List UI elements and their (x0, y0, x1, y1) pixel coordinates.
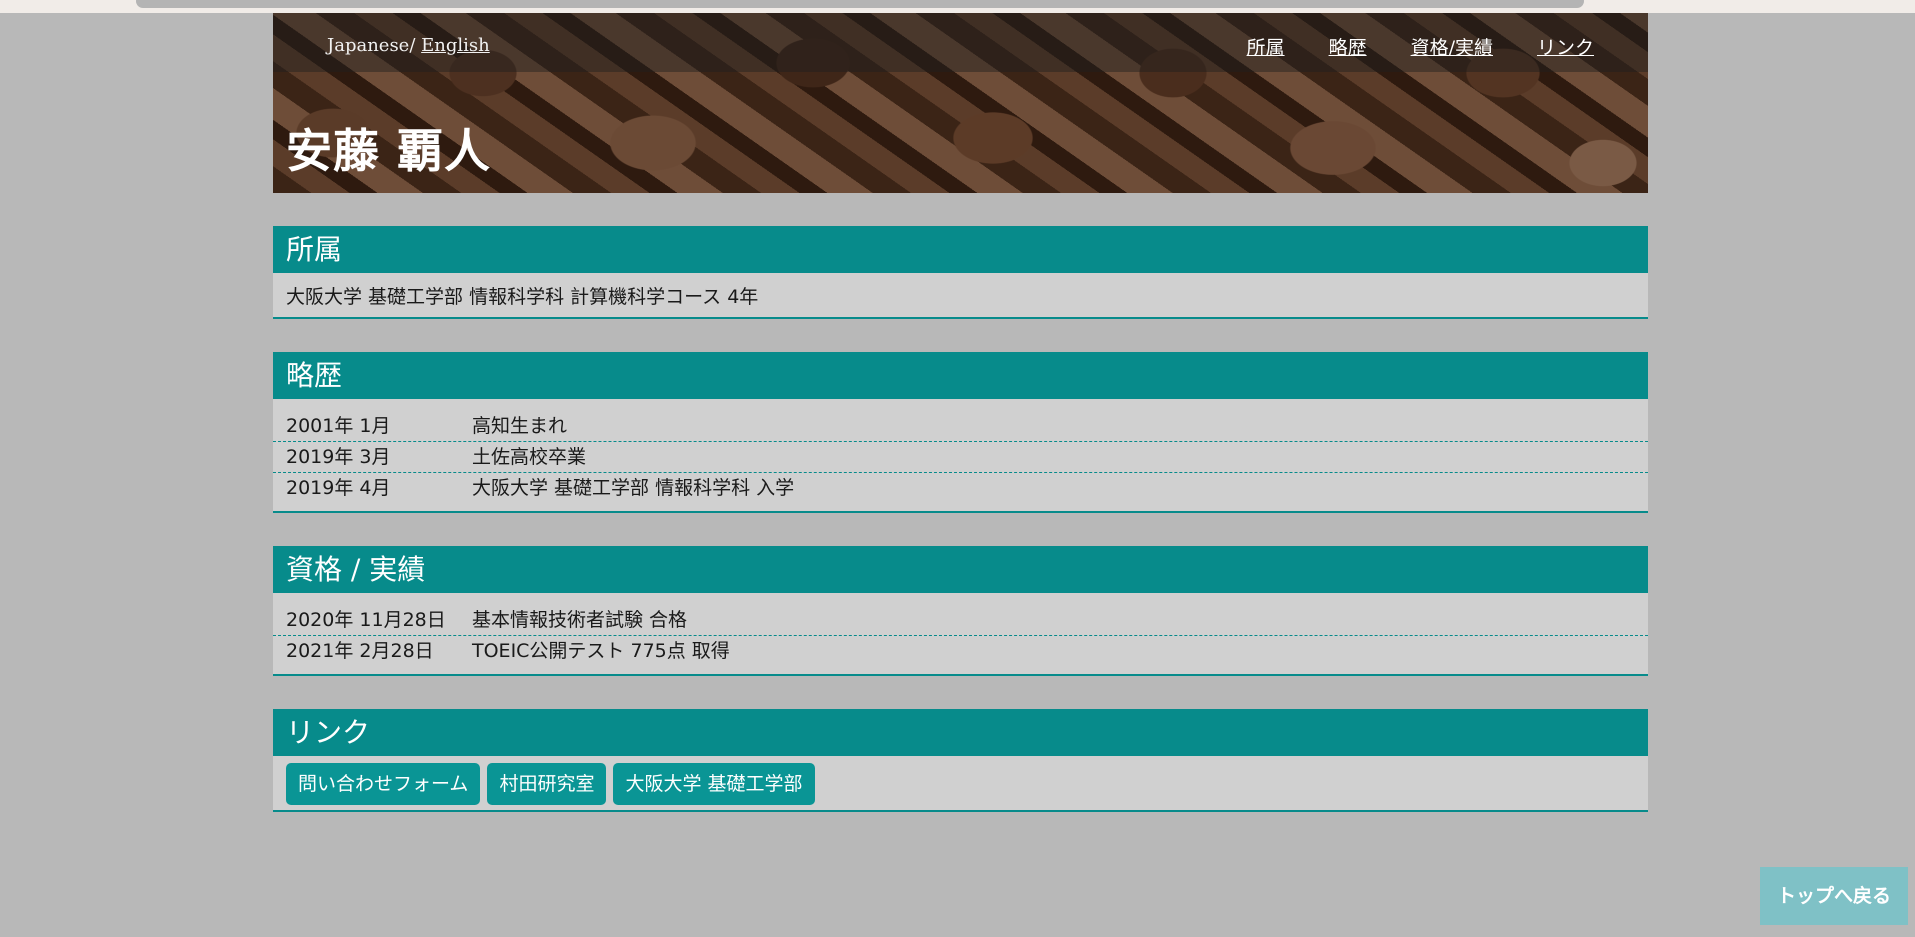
history-date: 2019年 3月 (286, 446, 391, 468)
history-row: 2019年 3月 土佐高校卒業 (273, 442, 1648, 473)
history-date: 2019年 4月 (286, 477, 391, 499)
affiliation-text: 大阪大学 基礎工学部 情報科学科 計算機科学コース 4年 (286, 286, 759, 308)
link-buttons: 問い合わせフォーム 村田研究室 大阪大学 基礎工学部 (273, 756, 1648, 810)
section-heading: 略歴 (273, 352, 1648, 399)
qualification-event: TOEIC公開テスト 775点 取得 (472, 640, 730, 662)
contact-form-button[interactable]: 問い合わせフォーム (286, 763, 481, 805)
osaka-univ-es-button[interactable]: 大阪大学 基礎工学部 (613, 763, 815, 805)
history-date: 2001年 1月 (286, 415, 391, 437)
history-event: 高知生まれ (472, 415, 568, 437)
nav-link-qualifications[interactable]: 資格/実績 (1411, 33, 1493, 60)
section-heading: リンク (273, 709, 1648, 756)
back-to-top-button[interactable]: トップへ戻る (1760, 867, 1908, 925)
section-heading: 所属 (273, 226, 1648, 273)
section-heading: 資格 / 実績 (273, 546, 1648, 593)
qualification-row: 2021年 2月28日 TOEIC公開テスト 775点 取得 (273, 636, 1648, 666)
top-nav: 所属 略歴 資格/実績 リンク (1247, 33, 1594, 60)
lang-english-link[interactable]: English (421, 35, 490, 56)
murata-lab-button[interactable]: 村田研究室 (487, 763, 607, 805)
links-section: リンク 問い合わせフォーム 村田研究室 大阪大学 基礎工学部 (273, 709, 1648, 812)
history-row: 2001年 1月 高知生まれ (273, 411, 1648, 442)
page-title: 安藤 覇人 (286, 124, 492, 178)
history-event: 土佐高校卒業 (472, 446, 587, 468)
browser-address-strip (0, 0, 1915, 13)
history-event: 大阪大学 基礎工学部 情報科学科 入学 (472, 477, 795, 499)
qualification-date: 2020年 11月28日 (286, 609, 446, 631)
history-row: 2019年 4月 大阪大学 基礎工学部 情報科学科 入学 (273, 473, 1648, 503)
qualification-date: 2021年 2月28日 (286, 640, 434, 662)
history-section: 略歴 2001年 1月 高知生まれ 2019年 3月 土佐高校卒業 2019年 … (273, 352, 1648, 513)
language-switcher: Japanese/ English (327, 35, 490, 56)
affiliation-section: 所属 大阪大学 基礎工学部 情報科学科 計算機科学コース 4年 (273, 226, 1648, 319)
qualification-event: 基本情報技術者試験 合格 (472, 609, 688, 631)
qualification-row: 2020年 11月28日 基本情報技術者試験 合格 (273, 605, 1648, 636)
nav-link-history[interactable]: 略歴 (1329, 33, 1367, 60)
lang-current: Japanese/ (327, 35, 416, 56)
address-bar[interactable] (136, 0, 1584, 8)
header-banner: Japanese/ English 所属 略歴 資格/実績 リンク 安藤 覇人 (273, 13, 1648, 193)
page-container: Japanese/ English 所属 略歴 資格/実績 リンク 安藤 覇人 … (273, 13, 1648, 812)
nav-link-affiliation[interactable]: 所属 (1247, 33, 1285, 60)
nav-link-links[interactable]: リンク (1537, 33, 1594, 60)
qualifications-section: 資格 / 実績 2020年 11月28日 基本情報技術者試験 合格 2021年 … (273, 546, 1648, 676)
